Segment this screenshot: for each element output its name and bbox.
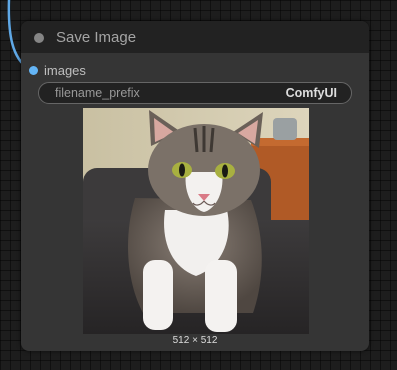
input-slot-icon[interactable] — [29, 66, 38, 75]
widget-name: filename_prefix — [55, 86, 140, 100]
node-header[interactable]: Save Image — [21, 21, 369, 53]
collapse-dot-icon[interactable] — [34, 33, 44, 43]
image-preview — [83, 108, 309, 334]
widget-value: ComfyUI — [285, 86, 337, 100]
input-label-images: images — [44, 63, 86, 78]
filename-prefix-widget[interactable]: filename_prefix ComfyUI — [38, 82, 352, 104]
image-dimensions: 512 × 512 — [172, 335, 218, 346]
node-title: Save Image — [56, 29, 137, 46]
save-image-node[interactable]: Save Image images filename_prefix ComfyU… — [21, 21, 369, 351]
